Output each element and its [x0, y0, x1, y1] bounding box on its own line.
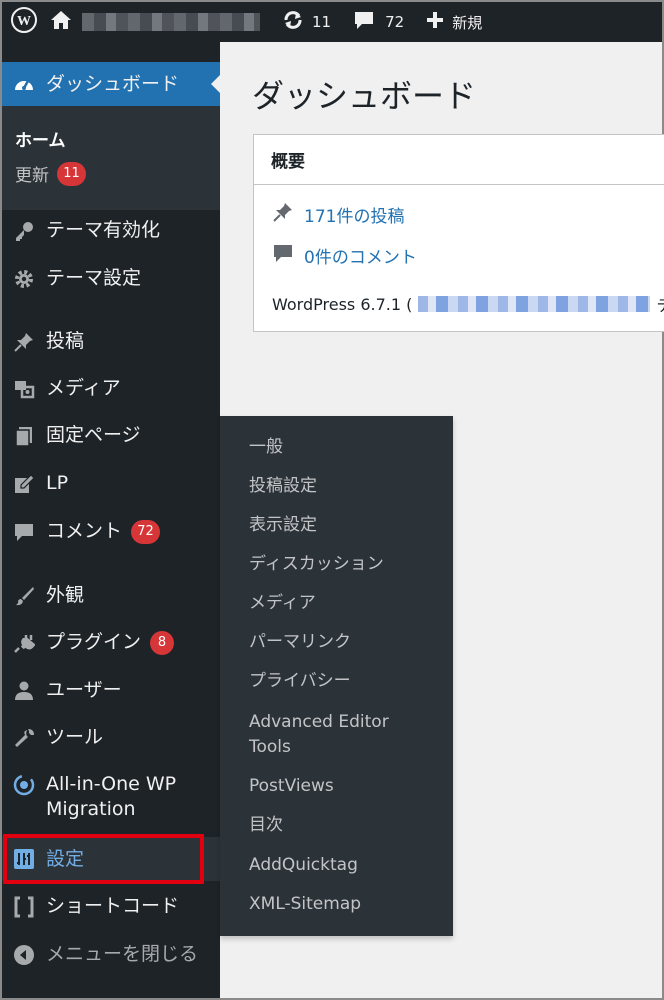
posts-count-label: 171件の投稿 — [304, 207, 405, 227]
collapse-icon — [2, 944, 46, 966]
updates-count: 11 — [312, 13, 332, 31]
dashboard-submenu: ホーム 更新 11 — [2, 106, 220, 210]
update-icon — [282, 9, 304, 35]
menu-item-pages[interactable]: 固定ページ — [2, 423, 220, 448]
pin-icon — [2, 331, 46, 353]
comments-count-link[interactable]: 0件のコメント — [272, 242, 417, 269]
submenu-home[interactable]: ホーム — [15, 126, 66, 151]
menu-item-theme-activation[interactable]: テーマ有効化 — [2, 218, 220, 243]
menu-label: テーマ設定 — [46, 267, 142, 289]
new-content-button[interactable]: 新規 — [426, 2, 482, 42]
wordpress-logo-button[interactable]: W — [2, 2, 46, 42]
dashboard-icon — [2, 74, 46, 94]
flyout-item-xml-sitemap[interactable]: XML-Sitemap — [249, 892, 439, 917]
wp-version-prefix: WordPress 6.7.1 ( — [272, 294, 413, 314]
menu-label: ユーザー — [46, 679, 122, 701]
updates-button[interactable]: 11 — [282, 2, 353, 42]
home-icon — [50, 10, 72, 34]
plus-icon — [426, 11, 444, 33]
wrench-icon — [2, 727, 46, 749]
menu-item-theme-settings[interactable]: テーマ設定 — [2, 266, 220, 291]
pin-icon — [272, 201, 294, 228]
at-a-glance-panel: 概要 171件の投稿 0件のコメント WordPress 6.7.1 ( テ — [253, 134, 664, 332]
flyout-item-addquicktag[interactable]: AddQuicktag — [249, 853, 439, 878]
comments-count-label: 0件のコメント — [304, 248, 417, 268]
page-title: ダッシュボード — [252, 77, 477, 115]
flyout-item-writing[interactable]: 投稿設定 — [249, 474, 439, 499]
flyout-item-advanced-editor-tools[interactable]: Advanced Editor Tools — [249, 710, 409, 760]
menu-item-plugins[interactable]: プラグイン 8 — [2, 630, 220, 655]
plugin-icon — [2, 632, 46, 654]
pages-icon — [2, 425, 46, 447]
media-icon — [2, 378, 46, 400]
flyout-item-toc[interactable]: 目次 — [249, 813, 439, 838]
comments-badge: 72 — [131, 519, 161, 544]
comment-icon — [272, 242, 294, 269]
shortcode-icon — [2, 896, 46, 918]
site-name-blurred[interactable] — [82, 13, 260, 31]
menu-label: All-in-One WP Migration — [46, 773, 177, 820]
settings-highlight-box — [3, 834, 204, 884]
user-icon — [2, 680, 46, 702]
blurred-theme-info — [418, 296, 651, 312]
plugins-badge: 8 — [150, 630, 175, 655]
admin-bar: W 11 72 新規 — [2, 2, 662, 42]
menu-label: プラグイン — [46, 631, 142, 653]
menu-item-appearance[interactable]: 外観 — [2, 583, 220, 608]
flyout-item-postviews[interactable]: PostViews — [249, 774, 439, 799]
submenu-update[interactable]: 更新 11 — [15, 161, 86, 186]
submenu-update-label: 更新 — [15, 166, 49, 186]
svg-text:W: W — [17, 14, 31, 29]
wp-version-info: WordPress 6.7.1 ( テ — [272, 292, 664, 316]
flyout-item-discussion[interactable]: ディスカッション — [249, 552, 439, 577]
menu-item-users[interactable]: ユーザー — [2, 678, 220, 703]
menu-item-tools[interactable]: ツール — [2, 725, 220, 750]
panel-title[interactable]: 概要 — [254, 135, 664, 185]
menu-label: 固定ページ — [46, 424, 141, 446]
menu-label: メディア — [46, 377, 121, 399]
menu-label: LP — [46, 472, 69, 494]
menu-item-comments[interactable]: コメント 72 — [2, 519, 220, 544]
comments-count: 72 — [385, 13, 405, 31]
menu-item-dashboard[interactable]: ダッシュボード — [2, 62, 220, 106]
menu-label: コメント — [46, 520, 123, 542]
flyout-item-permalinks[interactable]: パーマリンク — [249, 630, 439, 655]
menu-label: ショートコード — [46, 895, 180, 917]
menu-label: 投稿 — [46, 330, 85, 352]
menu-item-collapse[interactable]: メニューを閉じる — [2, 942, 220, 967]
menu-label: テーマ有効化 — [46, 219, 161, 241]
menu-label: メニューを閉じる — [46, 943, 199, 965]
menu-label-dashboard: ダッシュボード — [46, 72, 180, 95]
site-home-button[interactable] — [46, 2, 76, 42]
paintbrush-icon — [2, 585, 46, 607]
update-badge: 11 — [57, 161, 86, 186]
flyout-item-reading[interactable]: 表示設定 — [249, 513, 439, 538]
new-label: 新規 — [452, 13, 483, 32]
flyout-item-media[interactable]: メディア — [249, 591, 439, 616]
flyout-item-privacy[interactable]: プライバシー — [249, 669, 439, 694]
menu-item-lp[interactable]: LP — [2, 471, 220, 496]
key-icon — [2, 220, 46, 242]
menu-item-posts[interactable]: 投稿 — [2, 329, 220, 354]
wp-version-suffix: テ — [656, 292, 664, 316]
comment-icon — [2, 521, 46, 543]
menu-label: 外観 — [46, 584, 85, 606]
comments-button[interactable]: 72 — [353, 2, 426, 42]
settings-flyout-submenu: 一般 投稿設定 表示設定 ディスカッション メディア パーマリンク プライバシー… — [220, 416, 453, 936]
menu-item-media[interactable]: メディア — [2, 376, 220, 401]
comment-icon — [353, 9, 375, 35]
flyout-item-general[interactable]: 一般 — [249, 435, 439, 460]
menu-item-migration[interactable]: All-in-One WP Migration — [2, 772, 220, 822]
posts-count-link[interactable]: 171件の投稿 — [272, 201, 404, 228]
gear-icon — [2, 268, 46, 290]
edit-icon — [2, 473, 46, 495]
menu-item-shortcode[interactable]: ショートコード — [2, 894, 220, 919]
wordpress-icon: W — [10, 6, 38, 38]
menu-label: ツール — [46, 726, 104, 748]
migration-icon — [2, 774, 46, 796]
